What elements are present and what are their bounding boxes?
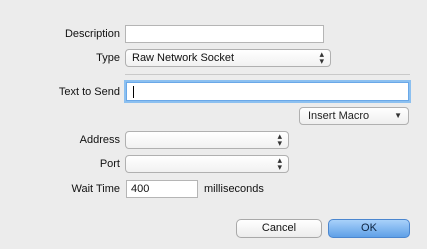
port-label: Port [99, 158, 120, 170]
type-popup[interactable]: Raw Network Socket ▴ ▾ [125, 49, 331, 67]
cancel-button[interactable]: Cancel [236, 219, 322, 238]
wait-time-label: Wait Time [71, 183, 121, 195]
wait-time-unit: milliseconds [204, 183, 264, 195]
dialog-sheet: Description Type Raw Network Socket ▴ ▾ T… [0, 0, 427, 249]
address-label: Address [79, 134, 120, 146]
description-label: Description [64, 28, 120, 40]
up-down-arrows-icon: ▴ ▾ [277, 131, 282, 148]
up-down-arrows-icon: ▴ ▾ [319, 49, 324, 66]
text-to-send-field[interactable] [126, 82, 409, 101]
address-popup[interactable]: ▴ ▾ [125, 131, 289, 149]
text-to-send-label: Text to Send [58, 86, 120, 98]
insert-macro-button[interactable]: Insert Macro ▼ [299, 107, 409, 125]
triangle-down-icon: ▼ [394, 111, 402, 120]
text-caret [133, 86, 134, 98]
up-down-arrows-icon: ▴ ▾ [277, 155, 282, 172]
insert-macro-label: Insert Macro [308, 110, 370, 122]
port-popup[interactable]: ▴ ▾ [125, 155, 289, 173]
divider [125, 74, 410, 75]
type-popup-value: Raw Network Socket [132, 52, 235, 64]
ok-button[interactable]: OK [328, 219, 410, 238]
type-label: Type [96, 52, 120, 64]
description-field[interactable] [125, 25, 324, 43]
wait-time-field[interactable]: 400 [126, 180, 198, 198]
